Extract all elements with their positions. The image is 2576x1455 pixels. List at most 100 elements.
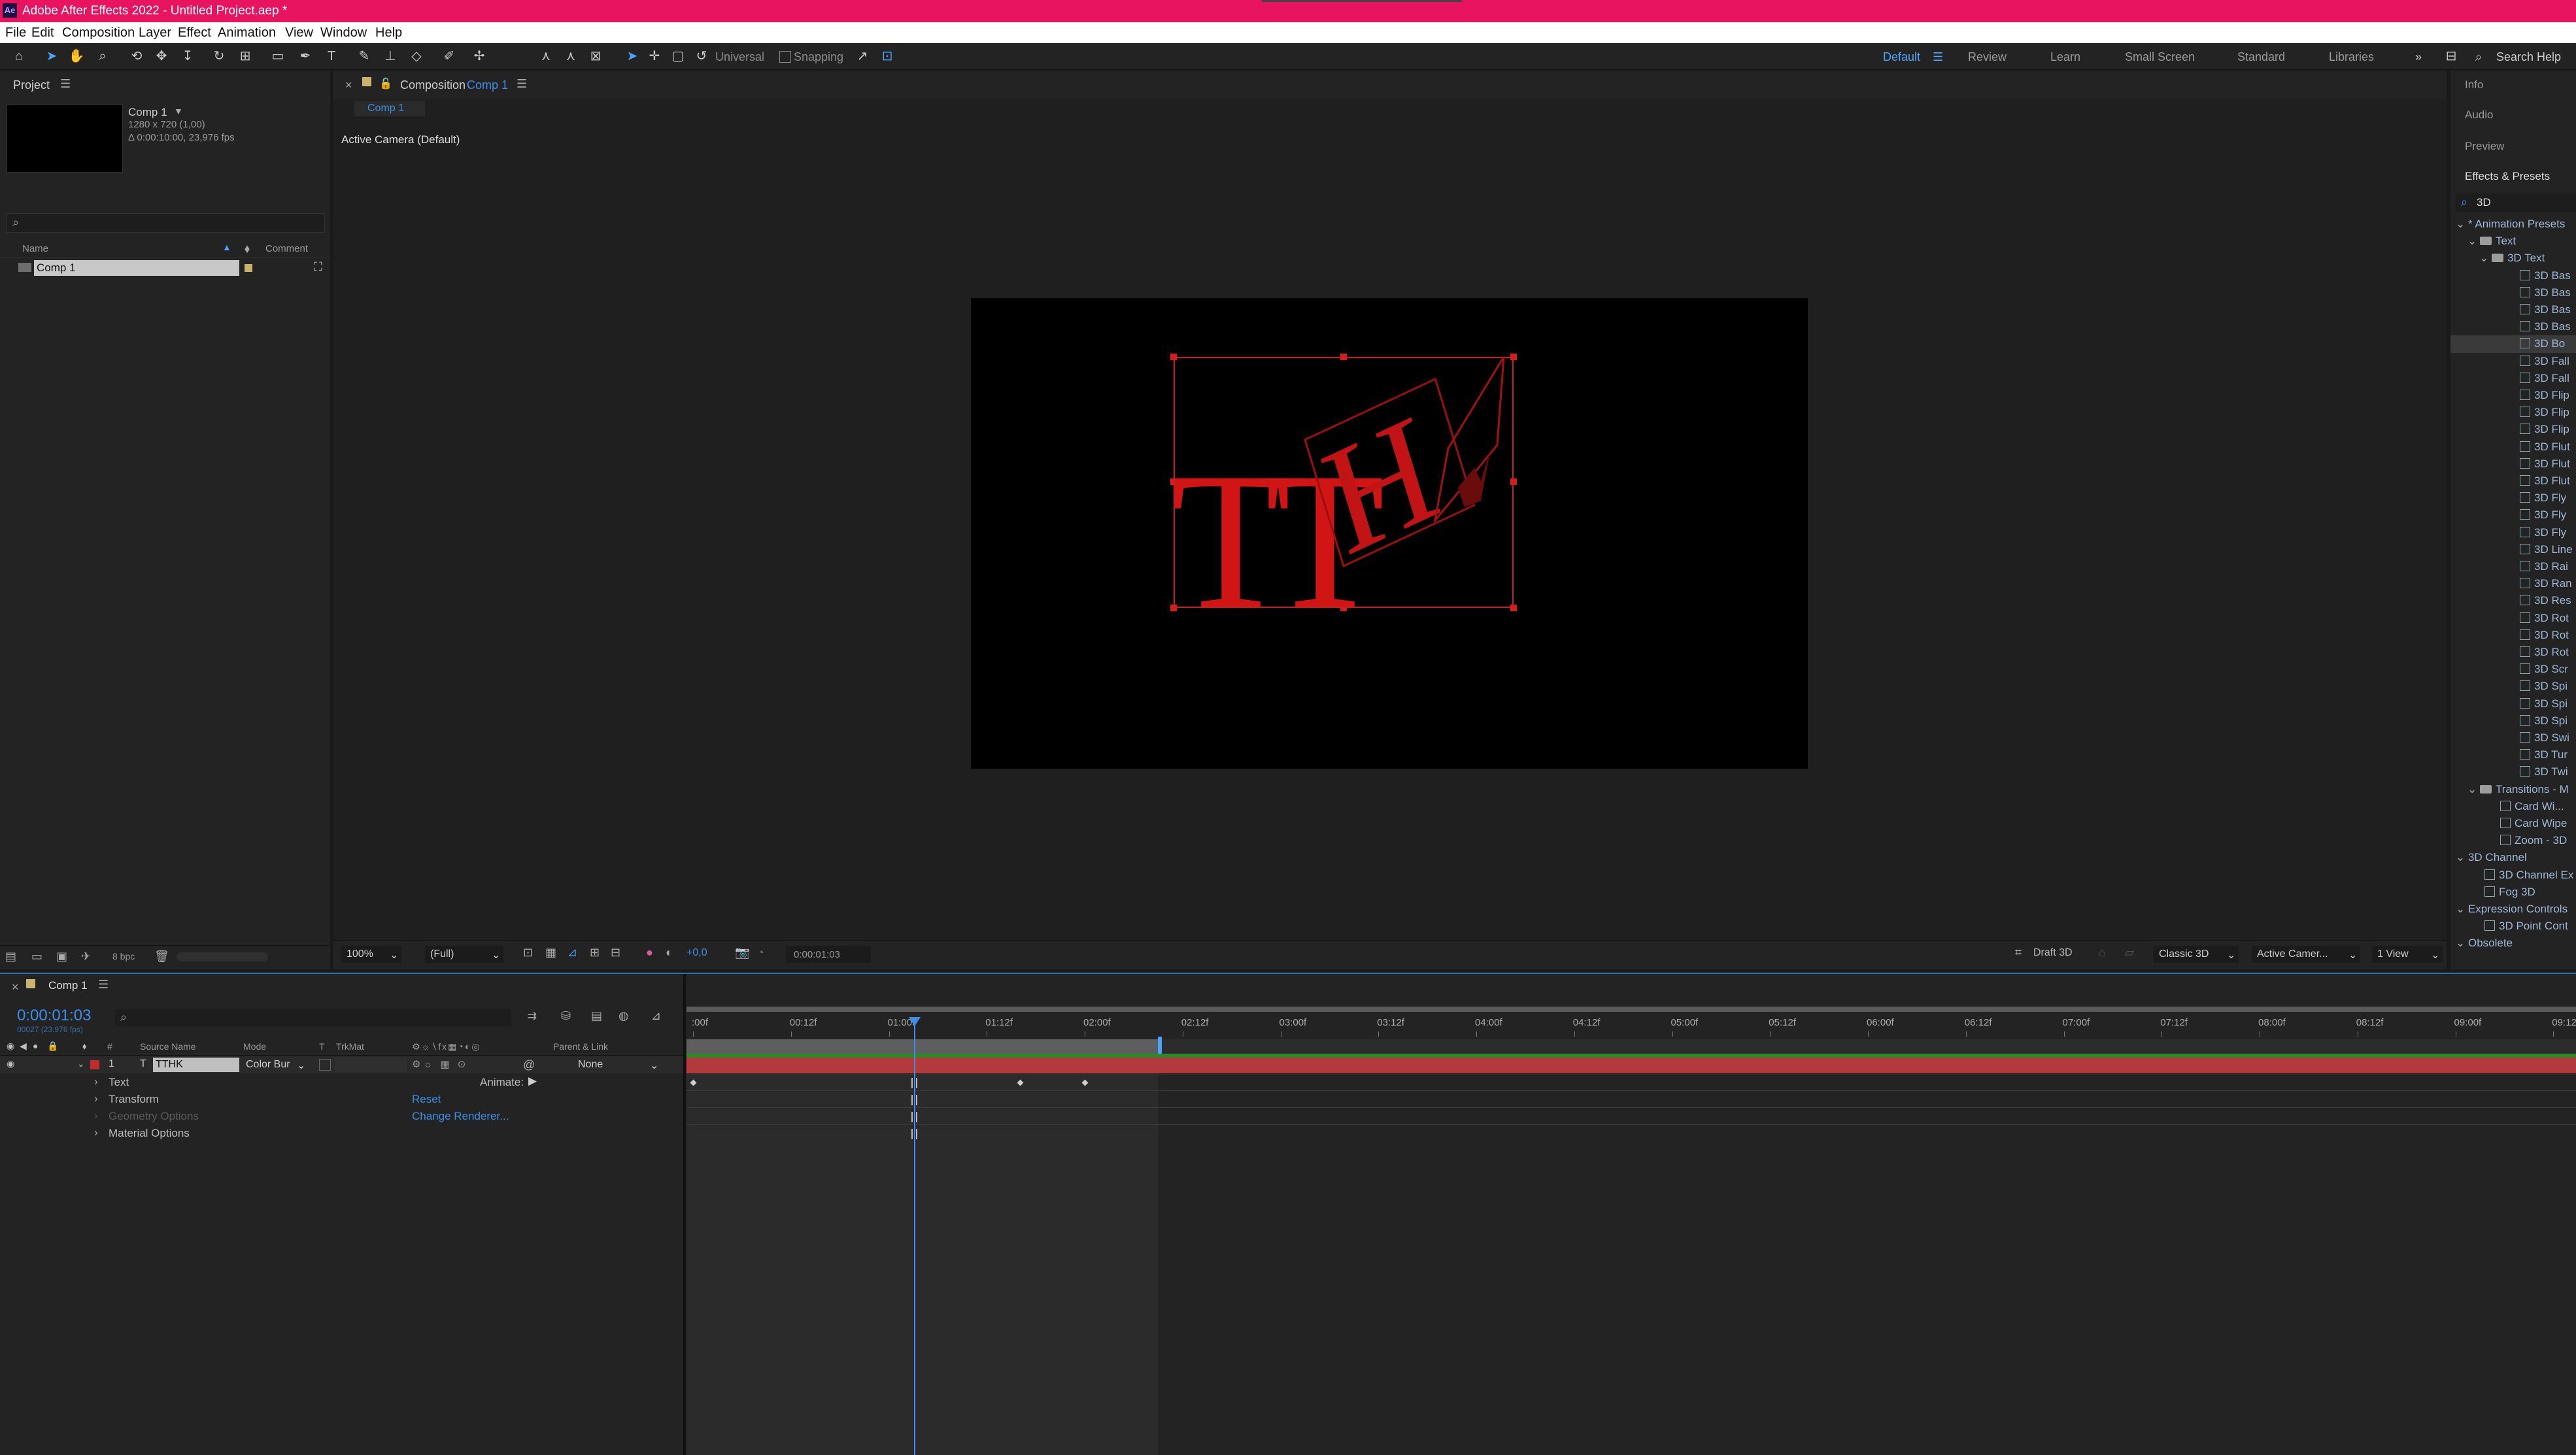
expand-chevron-icon[interactable]: ⌄ — [77, 1058, 85, 1069]
column-mode[interactable]: Mode — [243, 1041, 266, 1052]
selection-gizmo-icon[interactable]: ➤ — [624, 48, 641, 64]
draft3d-icon[interactable]: ⌗ — [2015, 946, 2022, 960]
switches-icons[interactable]: ⚙☼∖fx▦◔◐◎ — [412, 1041, 481, 1052]
transparency-grid-icon[interactable]: ▦ — [545, 946, 556, 960]
column-comment[interactable]: Comment — [265, 243, 308, 254]
mask-visibility-icon[interactable]: ⊿ — [568, 946, 577, 960]
project-panel-title[interactable]: Project — [13, 78, 50, 92]
effects-tree-item[interactable]: 3D Ran — [2450, 575, 2576, 592]
exposure-reset-icon[interactable]: ◐ — [666, 946, 673, 960]
trash-icon[interactable]: 🗑 — [154, 950, 169, 963]
3d-ground-plane-icon[interactable]: ▱ — [2125, 946, 2134, 960]
effects-tree-item[interactable]: 3D Rot — [2450, 627, 2576, 644]
timeline-graph[interactable]: :00f 00:12f 01:00f 01:12f 02:00f 02:12f 03:00f… — [686, 1007, 2576, 1455]
effects-tree-item[interactable]: 3D Flut — [2450, 473, 2576, 490]
column-parent-link[interactable]: Parent & Link — [553, 1041, 608, 1052]
expand-arrow-icon[interactable]: › — [94, 1126, 98, 1139]
eraser-tool-icon[interactable]: ◇ — [408, 48, 425, 64]
composition-tab-name[interactable]: Comp 1 — [467, 78, 508, 92]
panel-toggle-icon[interactable]: ⊟ — [2443, 48, 2460, 64]
rotate-gizmo-icon[interactable]: ↺ — [693, 48, 710, 64]
graph-editor-icon[interactable]: ⊿ — [651, 1009, 661, 1023]
clone-stamp-icon[interactable]: ⊥ — [382, 48, 399, 64]
menu-composition[interactable]: Composition — [62, 25, 135, 41]
blend-mode-dropdown[interactable]: Color Bur ⌄ — [245, 1058, 310, 1072]
brush-tool-icon[interactable]: ✎ — [356, 48, 373, 64]
preserve-transparency-checkbox[interactable] — [319, 1059, 331, 1071]
effects-tree-item[interactable]: 3D Bas — [2450, 267, 2576, 284]
rectangle-tool-icon[interactable]: ▭ — [269, 48, 286, 64]
guides-icon[interactable]: ⊞ — [590, 946, 600, 960]
menu-effect[interactable]: Effect — [178, 25, 211, 41]
effects-tree-item[interactable]: Fog 3D — [2450, 884, 2576, 901]
snapshot-camera-icon[interactable]: 📷 — [735, 946, 749, 960]
effects-tree-item[interactable]: ⌄ 3D Text — [2450, 250, 2576, 267]
timeline-menu-icon[interactable]: ☰ — [98, 978, 109, 992]
chevron-down-icon[interactable]: ⌄ — [2456, 851, 2468, 863]
keyframe-marker[interactable] — [1081, 1079, 1089, 1086]
effects-tree-item[interactable]: 3D Flip — [2450, 404, 2576, 421]
layer-switches[interactable]: ⚙☼ ▦ ⊙ — [412, 1058, 468, 1070]
comp-mini-flowchart-icon[interactable]: ⇉ — [527, 1009, 537, 1023]
workspace-review[interactable]: Review — [1968, 50, 2007, 64]
menu-layer[interactable]: Layer — [139, 25, 171, 41]
effects-tree-item[interactable]: 3D Flip — [2450, 387, 2576, 404]
tab-info[interactable]: Info — [2465, 78, 2483, 92]
effects-tree-item[interactable]: ⌄ Text — [2450, 233, 2576, 250]
menu-window[interactable]: Window — [320, 25, 367, 41]
extended-viewer-icon[interactable]: ⌂ — [2099, 946, 2106, 960]
timeline-tab-name[interactable]: Comp 1 — [48, 979, 88, 992]
property-row-transform[interactable]: › Transform Reset — [0, 1090, 680, 1107]
sort-up-icon[interactable]: ▲ — [222, 242, 231, 252]
column-source-name[interactable]: Source Name — [140, 1041, 196, 1052]
effects-tree-item[interactable]: 3D Bas — [2450, 284, 2576, 301]
effects-tree-item[interactable]: 3D Fly — [2450, 490, 2576, 507]
snap-target-icon[interactable]: ⊡ — [879, 48, 896, 64]
composition-tab-prefix[interactable]: Composition — [400, 78, 466, 92]
parent-pick-whip-icon[interactable]: @ — [523, 1058, 535, 1072]
search-help-label[interactable]: Search Help — [2496, 50, 2561, 64]
lock-icon[interactable]: 🔓 — [379, 77, 392, 90]
parent-dropdown[interactable]: None ⌄ — [574, 1058, 662, 1072]
chevron-down-icon[interactable]: ⌄ — [2456, 937, 2468, 949]
type-tool-icon[interactable]: T — [323, 48, 340, 64]
solo-switch-icon[interactable]: ● — [33, 1041, 38, 1051]
effects-tree-item[interactable]: 3D Twi — [2450, 763, 2576, 780]
project-item-row[interactable]: Comp 1 ⛶ — [0, 260, 330, 276]
chevron-down-icon[interactable]: ⌄ — [2479, 252, 2492, 264]
close-tab-icon[interactable]: × — [12, 980, 19, 994]
video-switch-icon[interactable]: ◉ — [7, 1041, 14, 1052]
project-search-input[interactable]: ⌕ — [7, 213, 325, 233]
camera-view-dropdown[interactable]: Active Camer... ⌄ — [2252, 946, 2360, 963]
expand-arrow-icon[interactable]: › — [94, 1075, 98, 1088]
exposure-value[interactable]: +0,0 — [686, 947, 707, 959]
region-of-interest-icon[interactable]: ⊡ — [523, 946, 533, 960]
scale-gizmo-icon[interactable]: ▢ — [669, 48, 686, 64]
renderer-dropdown[interactable]: Classic 3D ⌄ — [2154, 946, 2239, 963]
world-axis-icon[interactable]: ⋏ — [562, 48, 579, 64]
selection-tool-icon[interactable]: ➤ — [43, 48, 60, 64]
effects-tree-item[interactable]: 3D Tur — [2450, 746, 2576, 763]
home-icon[interactable]: ⌂ — [10, 48, 27, 64]
comp-dropdown-icon[interactable]: ▼ — [174, 106, 183, 116]
pan-camera-icon[interactable]: ✥ — [153, 48, 170, 64]
workspace-default[interactable]: Default — [1883, 50, 1920, 64]
effects-tree-item[interactable]: 3D Fall — [2450, 370, 2576, 387]
pen-tool-icon[interactable]: ✒ — [297, 48, 314, 64]
tab-audio[interactable]: Audio — [2465, 109, 2493, 122]
effects-tree-item[interactable]: 3D Bas — [2450, 318, 2576, 335]
comp-breadcrumb[interactable]: Comp 1 — [354, 101, 425, 116]
snapping-checkbox[interactable] — [779, 51, 791, 63]
rotation-tool-icon[interactable]: ↻ — [211, 48, 228, 64]
effects-tree-item[interactable]: 3D Res — [2450, 592, 2576, 609]
current-timecode[interactable]: 0:00:01:03 — [17, 1007, 91, 1025]
keyframe-marker[interactable] — [1017, 1079, 1024, 1086]
tab-effects-presets[interactable]: Effects & Presets — [2465, 170, 2550, 183]
move-gizmo-icon[interactable]: ✛ — [646, 48, 663, 64]
effects-tree-item[interactable]: 3D Line — [2450, 541, 2576, 558]
workspace-standard[interactable]: Standard — [2237, 50, 2285, 64]
playhead[interactable] — [909, 1017, 921, 1455]
workspace-menu-icon[interactable]: ☰ — [1933, 50, 1943, 64]
zoom-tool-icon[interactable]: ⌕ — [94, 48, 111, 64]
puppet-pin-icon[interactable]: ✢ — [471, 48, 488, 64]
